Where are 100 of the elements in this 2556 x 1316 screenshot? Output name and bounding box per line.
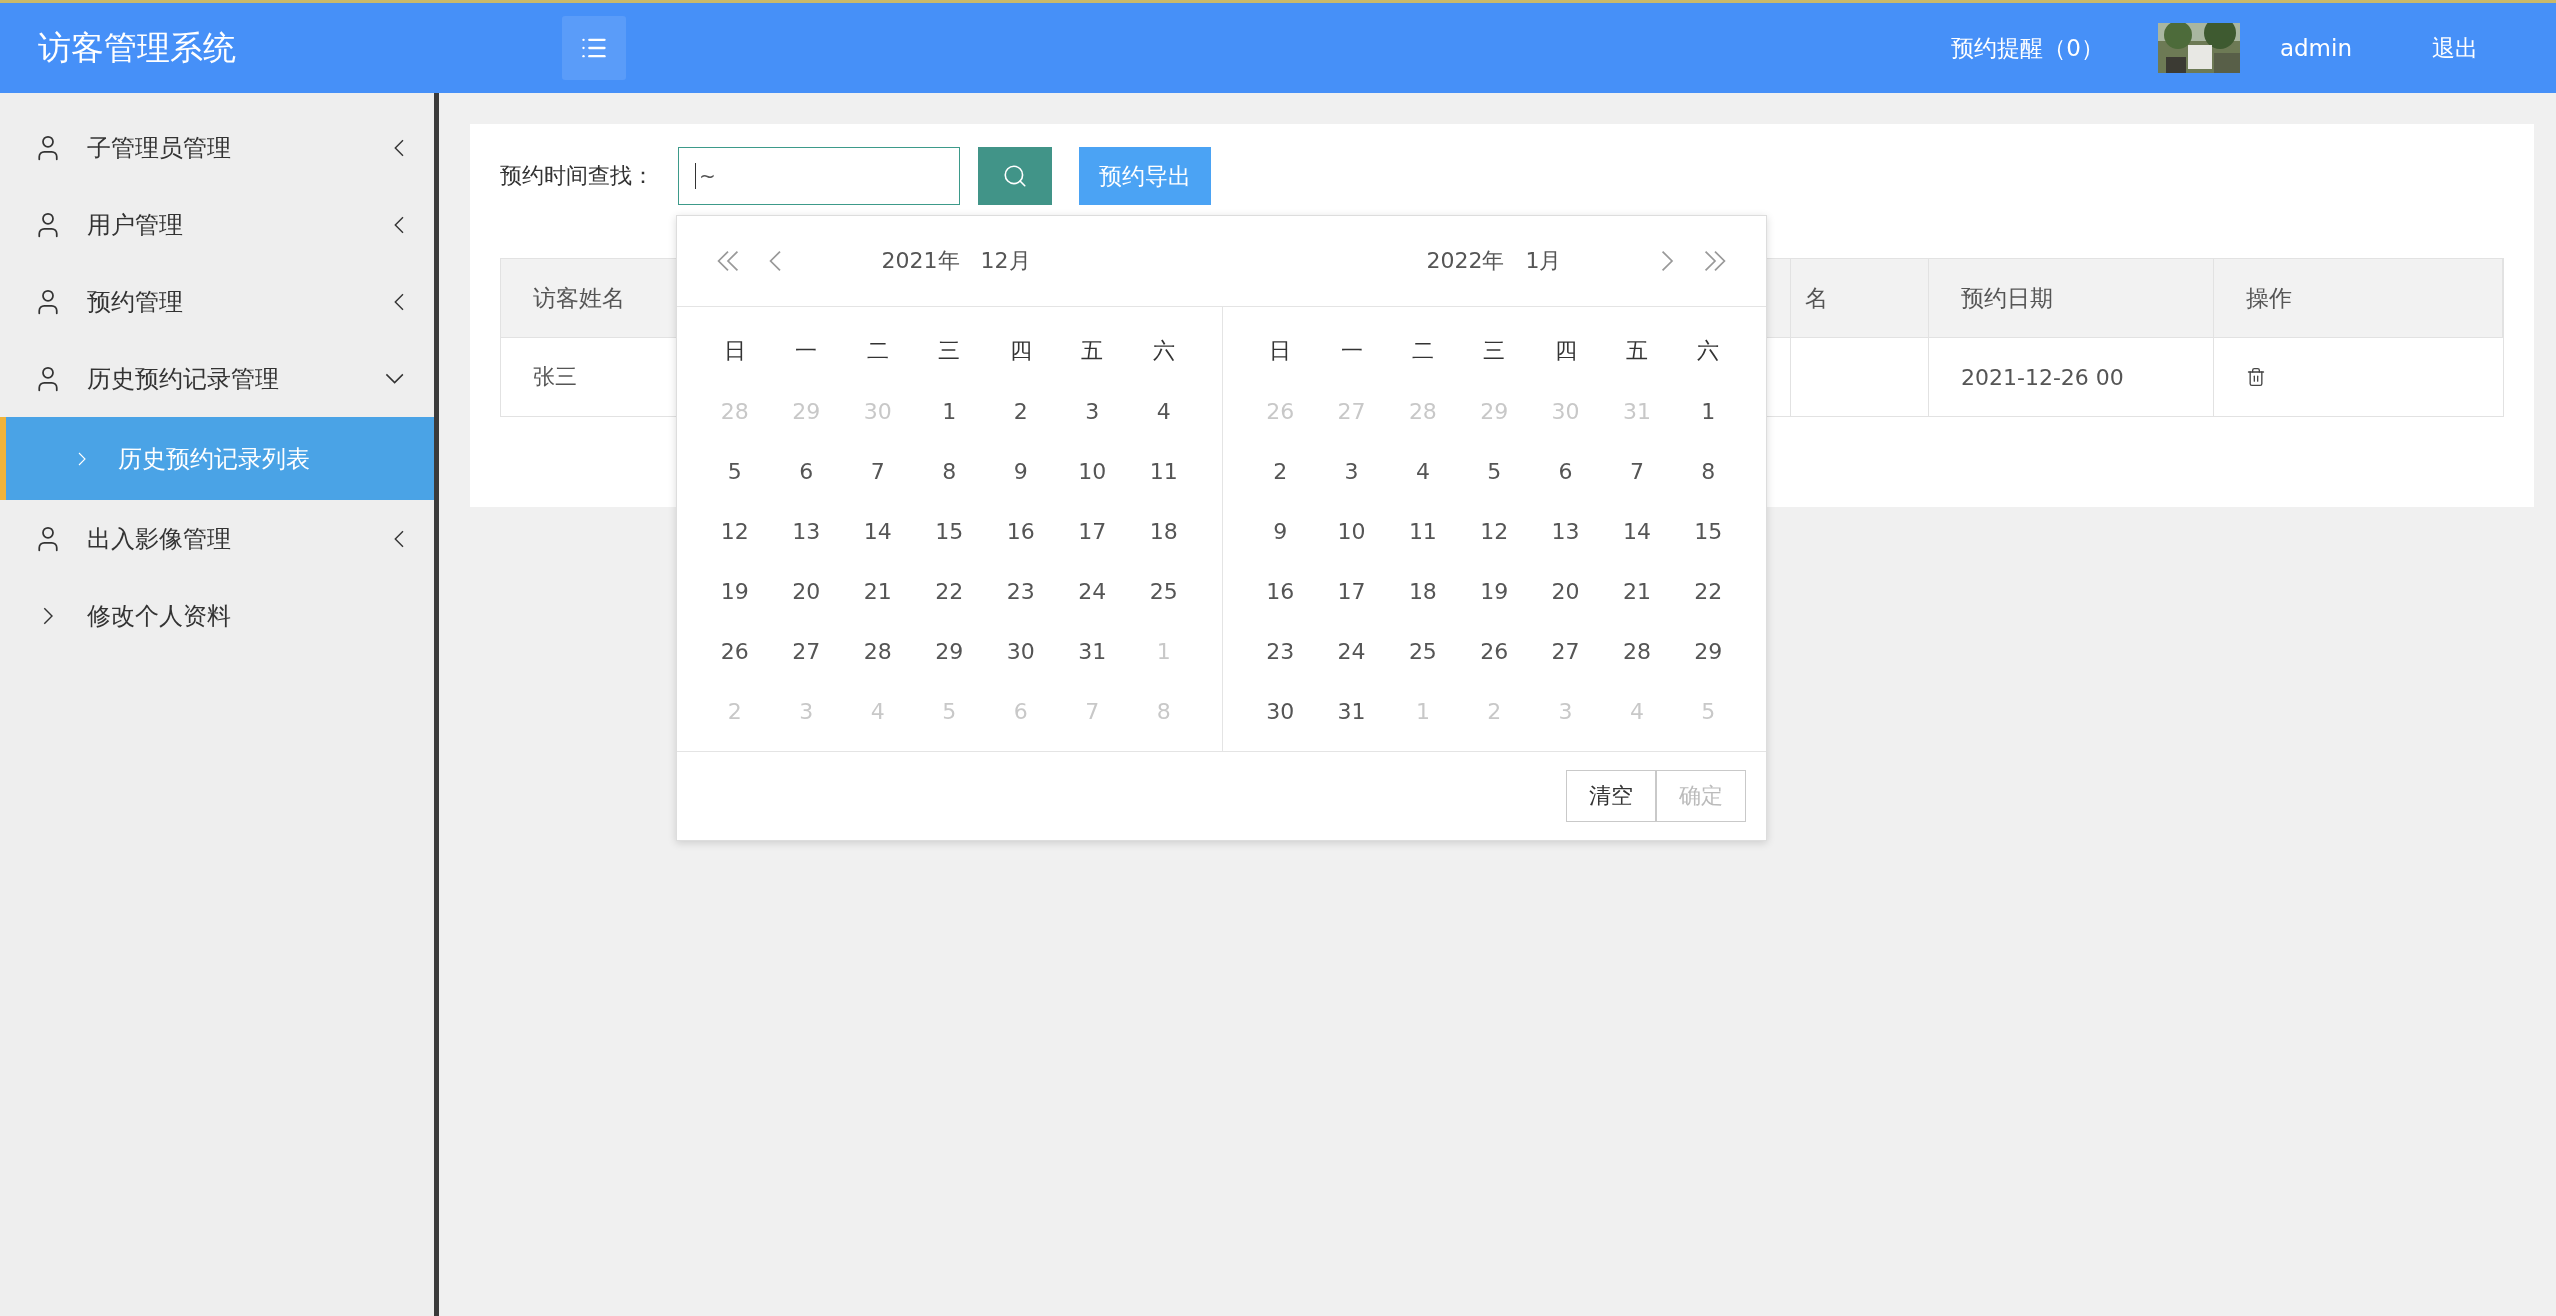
calendar-day[interactable]: 6 <box>770 441 842 501</box>
calendar-day[interactable]: 10 <box>1315 501 1388 561</box>
sidebar-item[interactable]: 修改个人资料 <box>0 577 434 654</box>
calendar-day[interactable]: 26 <box>1458 621 1530 681</box>
calendar-day[interactable]: 12 <box>1458 501 1530 561</box>
weekday-label: 六 <box>1151 337 1176 365</box>
calendar-day[interactable]: 7 <box>1601 441 1673 501</box>
calendar-day[interactable]: 13 <box>770 501 842 561</box>
calendar-day[interactable]: 17 <box>1056 501 1128 561</box>
chevron-right-icon <box>42 606 54 625</box>
calendar-day[interactable]: 21 <box>842 561 914 621</box>
calendar-day[interactable]: 30 <box>1244 681 1316 741</box>
double-chevron-right-icon <box>1704 250 1726 272</box>
sidebar-item[interactable]: 历史预约记录管理 <box>0 340 434 417</box>
column-header: 名 <box>1791 259 1929 338</box>
calendar-day[interactable]: 2 <box>1244 441 1316 501</box>
calendar-day[interactable]: 11 <box>1128 441 1200 501</box>
calendar-day[interactable]: 8 <box>1672 441 1744 501</box>
calendar-day[interactable]: 27 <box>1529 621 1602 681</box>
calendar-day[interactable]: 5 <box>1458 441 1530 501</box>
month-title: 2022年 1月 <box>1426 247 1562 275</box>
calendar-day[interactable]: 25 <box>1387 621 1459 681</box>
menu-button[interactable] <box>562 16 626 80</box>
weekday-label: 五 <box>1080 337 1105 365</box>
date-range-field[interactable]: ~ <box>678 147 960 205</box>
chevron-right-icon <box>78 451 86 466</box>
calendar-day[interactable]: 19 <box>1458 561 1530 621</box>
calendar-day[interactable]: 28 <box>842 621 914 681</box>
chevron-left-icon <box>769 250 782 272</box>
calendar-day[interactable]: 13 <box>1529 501 1602 561</box>
weekday-label: 日 <box>1268 337 1293 365</box>
search-icon <box>1002 163 1028 189</box>
calendar-day[interactable]: 19 <box>699 561 771 621</box>
calendar-day[interactable]: 20 <box>770 561 842 621</box>
calendar-day[interactable]: 12 <box>699 501 771 561</box>
calendar-day[interactable]: 31 <box>1315 681 1388 741</box>
calendar-day[interactable]: 1 <box>913 381 985 441</box>
calendar-day[interactable]: 3 <box>1056 381 1128 441</box>
calendar-day[interactable]: 15 <box>913 501 985 561</box>
calendar-day[interactable]: 9 <box>1244 501 1316 561</box>
sidebar-item[interactable]: 出入影像管理 <box>0 500 434 577</box>
trash-icon[interactable] <box>2246 367 2266 387</box>
calendar-day[interactable]: 22 <box>1672 561 1744 621</box>
calendar-day[interactable]: 2 <box>985 381 1057 441</box>
column-header: 预约日期 <box>1929 259 2214 338</box>
weekday-label: 一 <box>794 337 819 365</box>
search-label: 预约时间查找： <box>500 162 654 190</box>
calendar-day[interactable]: 26 <box>699 621 771 681</box>
weekday-label: 一 <box>1339 337 1364 365</box>
calendar-day[interactable]: 4 <box>1387 441 1459 501</box>
calendar-day[interactable]: 16 <box>1244 561 1316 621</box>
calendar-day[interactable]: 6 <box>1529 441 1602 501</box>
calendar-day[interactable]: 5 <box>699 441 771 501</box>
next-month-button[interactable] <box>1661 250 1674 272</box>
previous-year-button[interactable] <box>717 250 739 272</box>
calendar-day[interactable]: 18 <box>1128 501 1200 561</box>
calendar-day[interactable]: 24 <box>1315 621 1388 681</box>
weekday-label: 四 <box>1553 337 1578 365</box>
calendar-day[interactable]: 9 <box>985 441 1057 501</box>
calendar-day[interactable]: 1 <box>1672 381 1744 441</box>
calendar-day[interactable]: 10 <box>1056 441 1128 501</box>
clear-button[interactable]: 清空 <box>1566 770 1656 822</box>
next-year-button[interactable] <box>1704 250 1726 272</box>
calendar-day[interactable]: 23 <box>985 561 1057 621</box>
calendar-day[interactable]: 21 <box>1601 561 1673 621</box>
sidebar-item[interactable]: 用户管理 <box>0 186 434 263</box>
calendar-day[interactable]: 29 <box>913 621 985 681</box>
calendar-day[interactable]: 3 <box>1315 441 1388 501</box>
sidebar-item[interactable]: 子管理员管理 <box>0 109 434 186</box>
calendar-day[interactable]: 30 <box>985 621 1057 681</box>
calendar-day[interactable]: 14 <box>1601 501 1673 561</box>
search-button[interactable] <box>978 147 1052 205</box>
calendar-day[interactable]: 25 <box>1128 561 1200 621</box>
calendar-day[interactable]: 18 <box>1387 561 1459 621</box>
calendar-day[interactable]: 20 <box>1529 561 1602 621</box>
table-cell: 2021-12-26 00 <box>1929 338 2214 416</box>
calendar-day[interactable]: 7 <box>842 441 914 501</box>
previous-month-button[interactable] <box>769 250 782 272</box>
weekday-label: 五 <box>1624 337 1649 365</box>
weekday-label: 四 <box>1008 337 1033 365</box>
calendar-day[interactable]: 31 <box>1056 621 1128 681</box>
calendar-day[interactable]: 22 <box>913 561 985 621</box>
sidebar-item[interactable]: 预约管理 <box>0 263 434 340</box>
calendar-day[interactable]: 24 <box>1056 561 1128 621</box>
calendar-day[interactable]: 29 <box>1672 621 1744 681</box>
calendar-day[interactable]: 4 <box>1128 381 1200 441</box>
calendar-day[interactable]: 17 <box>1315 561 1388 621</box>
calendar-day[interactable]: 8 <box>913 441 985 501</box>
weekday-label: 日 <box>722 337 747 365</box>
calendar-day[interactable]: 14 <box>842 501 914 561</box>
calendar-day[interactable]: 11 <box>1387 501 1459 561</box>
weekday-label: 六 <box>1696 337 1721 365</box>
calendar-day[interactable]: 16 <box>985 501 1057 561</box>
calendar-day[interactable]: 27 <box>770 621 842 681</box>
calendar-day[interactable]: 28 <box>1601 621 1673 681</box>
weekday-label: 三 <box>937 337 962 365</box>
calendar-day[interactable]: 15 <box>1672 501 1744 561</box>
calendar-day[interactable]: 23 <box>1244 621 1316 681</box>
app-title: 访客管理系统 <box>38 26 237 69</box>
weekday-label: 二 <box>1410 337 1435 365</box>
